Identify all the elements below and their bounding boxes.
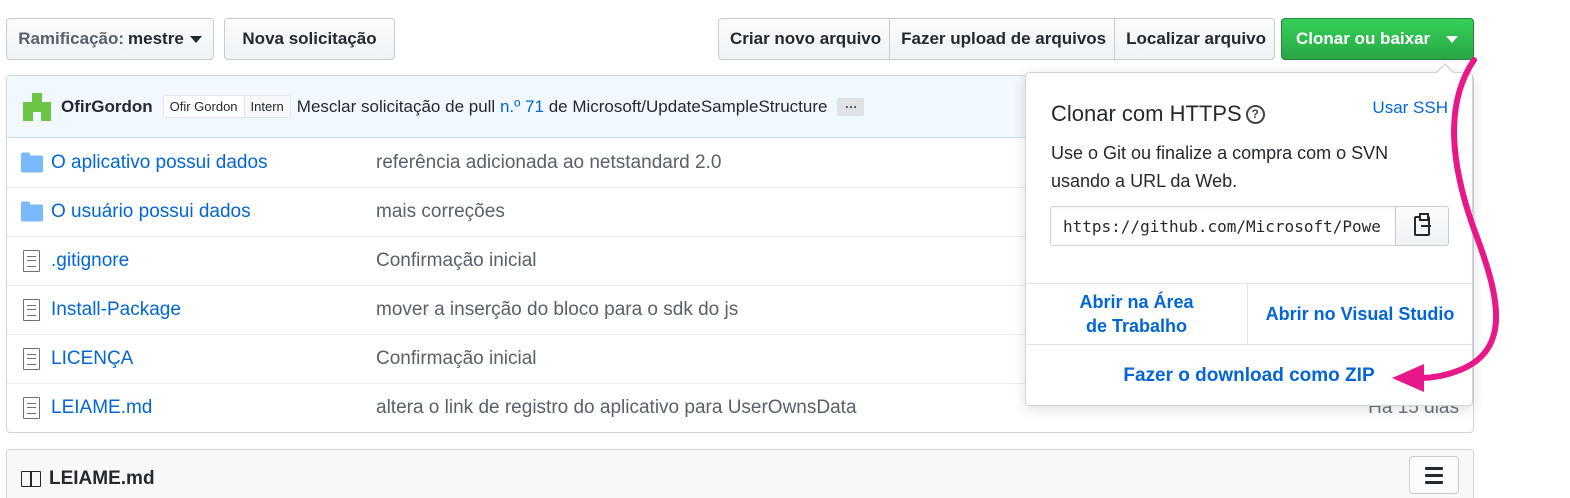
file-name-link[interactable]: LEIAME.md	[51, 397, 152, 419]
commit-message-post: de Microsoft/UpdateSampleStructure	[548, 96, 828, 116]
file-commit-message[interactable]: altera o link de registro do aplicativo …	[376, 397, 857, 419]
use-ssh-link[interactable]: Usar SSH	[1372, 98, 1448, 118]
clone-download-button[interactable]: Clonar ou baixar	[1281, 18, 1474, 60]
file-icon	[21, 250, 40, 272]
open-in-visual-studio-button[interactable]: Abrir no Visual Studio	[1248, 284, 1472, 344]
file-name-link[interactable]: Install-Package	[51, 299, 181, 321]
commit-message-pre: Mesclar solicitação de pull	[296, 96, 496, 116]
expand-commit-button[interactable]: …	[837, 97, 865, 116]
file-actions-group: Criar novo arquivo Fazer upload de arqui…	[718, 18, 1275, 60]
create-file-button[interactable]: Criar novo arquivo	[719, 19, 891, 59]
new-pull-request-button[interactable]: Nova solicitação	[224, 18, 395, 60]
chevron-down-icon	[189, 35, 202, 43]
branch-value: mestre	[128, 29, 184, 48]
commit-message: Mesclar solicitação de pull n.º 71 de Mi…	[297, 97, 828, 117]
hamburger-menu-icon[interactable]	[1409, 456, 1459, 494]
file-commit-message[interactable]: Confirmação inicial	[376, 348, 537, 370]
pull-request-link[interactable]: n.º 71	[500, 97, 544, 116]
folder-icon	[21, 152, 43, 172]
commit-author[interactable]: OfirGordon	[61, 97, 153, 117]
file-icon	[21, 299, 40, 321]
upload-files-button[interactable]: Fazer upload de arquivos	[890, 19, 1116, 59]
clipboard-icon	[1414, 213, 1431, 236]
file-commit-message[interactable]: referência adicionada ao netstandard 2.0	[376, 152, 721, 174]
author-badge-role: Intern	[243, 96, 290, 117]
clone-description: Use o Git ou finalize a compra com o SVN…	[1051, 143, 1389, 191]
help-icon[interactable]: ?	[1245, 104, 1265, 124]
avatar[interactable]	[23, 92, 51, 121]
file-icon	[21, 397, 40, 419]
clone-popover-title: Clonar com HTTPS ?	[1051, 101, 1265, 127]
author-badge-name: Ofir Gordon	[169, 99, 238, 114]
clone-url-input[interactable]	[1050, 206, 1396, 246]
open-actions: Abrir na Área de Trabalho Abrir no Visual…	[1026, 283, 1472, 345]
open-desktop-line2: de Trabalho	[1085, 316, 1187, 336]
readme-header: LEIAME.md	[6, 449, 1474, 498]
file-name-link[interactable]: .gitignore	[51, 250, 129, 272]
chevron-down-icon	[1446, 35, 1459, 43]
clone-title-text: Clonar com HTTPS	[1051, 101, 1242, 126]
book-icon	[21, 471, 43, 487]
file-icon	[21, 348, 40, 370]
file-name-link[interactable]: O aplicativo possui dados	[51, 152, 268, 174]
open-desktop-line1: Abrir na Área	[1079, 292, 1194, 312]
file-commit-message[interactable]: Confirmação inicial	[376, 250, 537, 272]
file-name-link[interactable]: O usuário possui dados	[51, 201, 251, 223]
branch-label: Ramificação:	[18, 29, 125, 48]
readme-title: LEIAME.md	[49, 468, 155, 489]
clone-download-label: Clonar ou baixar	[1296, 29, 1431, 48]
open-in-desktop-button[interactable]: Abrir na Área de Trabalho	[1026, 284, 1248, 344]
download-zip-button[interactable]: Fazer o download como ZIP	[1026, 345, 1472, 407]
folder-icon	[21, 201, 43, 222]
file-commit-message[interactable]: mover a inserção do bloco para o sdk do …	[376, 299, 738, 321]
file-name-link[interactable]: LICENÇA	[51, 348, 133, 370]
author-badge: Ofir Gordon Intern	[162, 95, 291, 118]
copy-url-button[interactable]	[1395, 206, 1449, 246]
file-commit-message[interactable]: mais correções	[376, 201, 505, 223]
find-file-button[interactable]: Localizar arquivo	[1115, 19, 1274, 59]
branch-select-button[interactable]: Ramificação: mestre	[6, 18, 214, 60]
clone-popover: Clonar com HTTPS ? Usar SSH Use o Git ou…	[1025, 63, 1473, 407]
